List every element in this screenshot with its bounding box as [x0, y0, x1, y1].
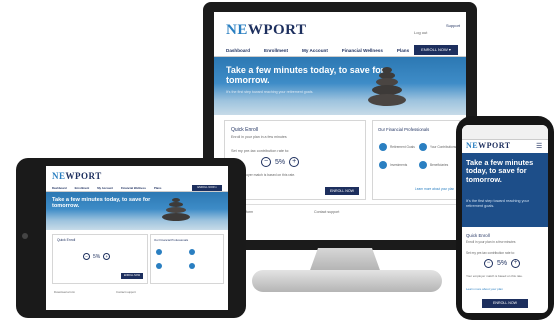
tablet-professionals-card: Our Financial Professionals: [150, 234, 224, 284]
hero-banner: Take a few minutes today, to save for to…: [214, 57, 466, 115]
tablet-nav-financial-wellness[interactable]: Financial Wellness: [121, 186, 146, 190]
phone-match-note: Your employer match is based on this rat…: [466, 274, 523, 278]
tablet-nav-dashboard[interactable]: Dashboard: [52, 186, 67, 190]
tablet-quick-enroll-card: Quick Enroll − 5% + ENROLL NOW: [52, 234, 148, 284]
phone-browser-bar: [462, 125, 548, 140]
nav-item-dashboard[interactable]: Dashboard: [226, 48, 250, 53]
professionals-title: Our Financial Professionals: [378, 127, 430, 132]
contributions-icon: [419, 143, 427, 151]
beneficiaries-icon: [419, 161, 427, 169]
contact-support-link[interactable]: Contact support: [314, 210, 339, 214]
tablet-rate-value: 5%: [93, 253, 101, 260]
phone-logo[interactable]: NEWPORT: [466, 141, 511, 150]
rate-stepper: − 5% +: [261, 157, 300, 167]
phone-screen: NEWPORT ☰ Take a few minutes today, to s…: [462, 125, 548, 313]
tablet-quick-enroll-title: Quick Enroll: [57, 238, 76, 242]
menu-icon[interactable]: ☰: [536, 142, 542, 150]
tablet-logo[interactable]: NEWPORT: [52, 171, 102, 181]
phone-hero: Take a few minutes today, to save for to…: [462, 153, 548, 227]
phone-learn-more-link[interactable]: Learn more about your plan: [466, 287, 503, 291]
tablet-hero-line2: tomorrow.: [52, 203, 80, 209]
tablet-contributions-icon: [189, 249, 195, 255]
phone-quick-enroll-subtitle: Enroll in your plan in a few minutes: [466, 240, 516, 244]
monitor-screen: NEWPORT Support Log out Dashboard Enroll…: [214, 12, 466, 240]
increase-rate-button[interactable]: +: [289, 157, 300, 167]
tablet-professionals-title: Our Financial Professionals: [154, 238, 189, 242]
tablet-download-link[interactable]: Download a form: [54, 290, 75, 294]
enroll-now-nav-button[interactable]: ENROLL NOW ▾: [414, 45, 458, 55]
tablet-hero: Take a few minutes today, to save for to…: [46, 192, 228, 230]
defaults-item-beneficiaries[interactable]: Beneficiaries: [430, 163, 448, 167]
investments-icon: [379, 161, 387, 169]
tablet-beneficiaries-icon: [189, 263, 195, 269]
goals-icon: [379, 143, 387, 151]
phone-increase-button[interactable]: +: [511, 259, 521, 268]
decrease-rate-button[interactable]: −: [261, 157, 271, 167]
nav-item-plans[interactable]: Plans: [397, 48, 409, 53]
nav-item-enrollment[interactable]: Enrollment: [264, 48, 288, 53]
quick-enroll-button[interactable]: ENROLL NOW: [325, 187, 359, 195]
nav-item-financial-wellness[interactable]: Financial Wellness: [342, 48, 383, 53]
tablet-increase-button[interactable]: +: [103, 253, 111, 260]
defaults-item-investments[interactable]: Investments: [390, 163, 407, 167]
phone-rate-stepper: − 5% +: [484, 259, 521, 268]
rate-value: 5%: [275, 158, 286, 166]
tablet-enroll-button[interactable]: ENROLL NOW: [121, 273, 143, 279]
login-link[interactable]: Log out: [414, 30, 427, 35]
tablet-decrease-button[interactable]: −: [83, 253, 90, 260]
phone-quick-enroll-title: Quick Enroll: [466, 233, 490, 238]
phone-hero-subtext: It's the first step toward reaching your…: [466, 199, 529, 208]
quick-enroll-subtitle: Enroll in your plan in a few minutes: [231, 135, 287, 139]
tablet-nav-enrollment[interactable]: Enrollment: [75, 186, 90, 190]
support-link[interactable]: Support: [446, 23, 460, 28]
tablet-camera: [22, 233, 28, 239]
defaults-item-goals[interactable]: Retirement Goals: [390, 145, 415, 149]
quick-enroll-title: Quick Enroll: [231, 127, 258, 133]
tablet-nav-plans[interactable]: Plans: [154, 186, 161, 190]
phone-hero-headline: Take a few minutes today, to save for to…: [466, 158, 534, 184]
tablet-enroll-nav-button[interactable]: ENROLL NOW ▾: [192, 185, 222, 191]
professionals-card: Our Financial Professionals Retirement G…: [372, 120, 460, 200]
tablet-screen: NEWPORT Dashboard Enrollment My Account …: [46, 166, 228, 310]
nav-item-my-account[interactable]: My Account: [302, 48, 328, 53]
tablet-support-link[interactable]: Contact support: [116, 290, 136, 294]
phone-contribution-label: Set my pre-tax contribution rate to:: [466, 251, 515, 255]
hero-headline-line2: tomorrow.: [226, 75, 270, 85]
phone-enroll-button[interactable]: ENROLL NOW: [482, 299, 528, 308]
tablet-nav-my-account[interactable]: My Account: [97, 186, 113, 190]
tablet-rate-stepper: − 5% +: [83, 253, 111, 260]
phone-rate-value: 5%: [497, 260, 508, 267]
tablet-goals-icon: [156, 249, 162, 255]
tablet-investments-icon: [156, 263, 162, 269]
logo[interactable]: NEWPORT: [226, 22, 306, 39]
phone-decrease-button[interactable]: −: [484, 259, 493, 268]
divider: [224, 204, 458, 205]
learn-more-link[interactable]: Learn more about your plan: [415, 187, 454, 191]
contribution-label: Set my pre-tax contribution rate to:: [231, 149, 290, 153]
hero-headline-line1: Take a few minutes today, to save for: [226, 65, 385, 75]
hero-subtext: It's the first step toward reaching your…: [226, 90, 314, 94]
monitor-stand-base: [252, 270, 442, 292]
defaults-item-contributions[interactable]: Your Contributions: [430, 145, 456, 149]
